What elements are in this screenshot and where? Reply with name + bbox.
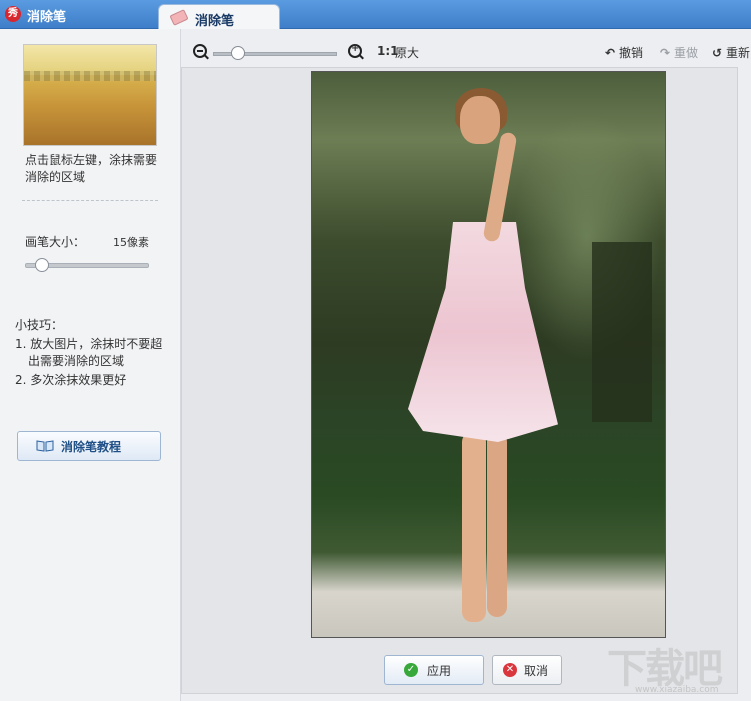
undo-label: 撤销	[619, 46, 644, 60]
close-icon: ✕	[503, 663, 517, 677]
apply-button[interactable]: ✓ 应用	[384, 655, 484, 685]
brush-size-slider-handle[interactable]	[35, 258, 49, 272]
canvas-area[interactable]	[181, 67, 738, 694]
divider	[22, 200, 158, 201]
brush-size-value: 15像素	[113, 236, 149, 249]
photo-tree-trunk	[592, 242, 652, 422]
tip-1: 1. 放大图片，涂抹时不要超	[15, 337, 163, 351]
eraser-tutorial-button[interactable]: 消除笔教程	[17, 431, 161, 461]
tips-title: 小技巧：	[15, 318, 64, 332]
tutorial-label: 消除笔教程	[61, 440, 122, 454]
edit-photo[interactable]	[311, 71, 666, 638]
redo-label: 重做	[674, 46, 699, 60]
photo-person-leg	[462, 432, 486, 622]
undo-button[interactable]: ↶ 撤销	[605, 44, 643, 61]
title-bar: 秀 消除笔 消除笔	[0, 0, 751, 30]
cancel-label: 取消	[524, 664, 549, 678]
brush-size-label: 画笔大小：	[25, 235, 86, 249]
preview-thumbnail	[23, 44, 157, 146]
site-watermark: 下载吧 www.xiazaiba.com	[607, 636, 747, 696]
check-icon: ✓	[404, 663, 418, 677]
original-size-button[interactable]: 原大	[395, 44, 419, 61]
zoom-out-icon[interactable]	[193, 44, 207, 58]
left-panel: 点击鼠标左键，涂抹需要消除的区域 画笔大小： 15像素 小技巧： 1. 放大图片…	[0, 29, 181, 701]
tip-1-continued: 出需要消除的区域	[28, 354, 125, 368]
thumbnail-horizon	[24, 71, 156, 81]
main-area: 1:1 原大 ↶撤销 ↷重做 ↺重新 ✓ 应用 ✕ 取消	[181, 29, 751, 701]
tab-label: 消除笔	[195, 14, 235, 29]
zoom-in-icon[interactable]	[348, 43, 362, 58]
eraser-icon	[169, 9, 189, 26]
app-logo-icon: 秀	[5, 6, 21, 22]
cancel-button[interactable]: ✕ 取消	[492, 655, 562, 685]
book-icon	[36, 440, 54, 452]
tab-eraser[interactable]: 消除笔	[158, 4, 280, 30]
hint-text: 点击鼠标左键，涂抹需要消除的区域	[25, 153, 158, 184]
apply-label: 应用	[427, 664, 452, 678]
reset-button[interactable]: ↺ 重新	[712, 44, 750, 61]
reset-label: 重新	[726, 46, 751, 60]
reset-icon: ↺	[712, 46, 723, 60]
toolbar: 1:1 原大 ↶撤销 ↷重做 ↺重新	[181, 39, 751, 64]
redo-button[interactable]: ↷ 重做	[660, 44, 698, 61]
watermark-url: www.xiazaiba.com	[635, 685, 719, 695]
photo-person-leg	[487, 432, 507, 617]
app-title: 消除笔	[27, 10, 67, 25]
zoom-slider-handle[interactable]	[231, 46, 245, 60]
tip-2: 2. 多次涂抹效果更好	[15, 373, 127, 387]
redo-icon: ↷	[660, 46, 671, 60]
undo-icon: ↶	[605, 46, 616, 60]
photo-person-head	[460, 96, 500, 144]
